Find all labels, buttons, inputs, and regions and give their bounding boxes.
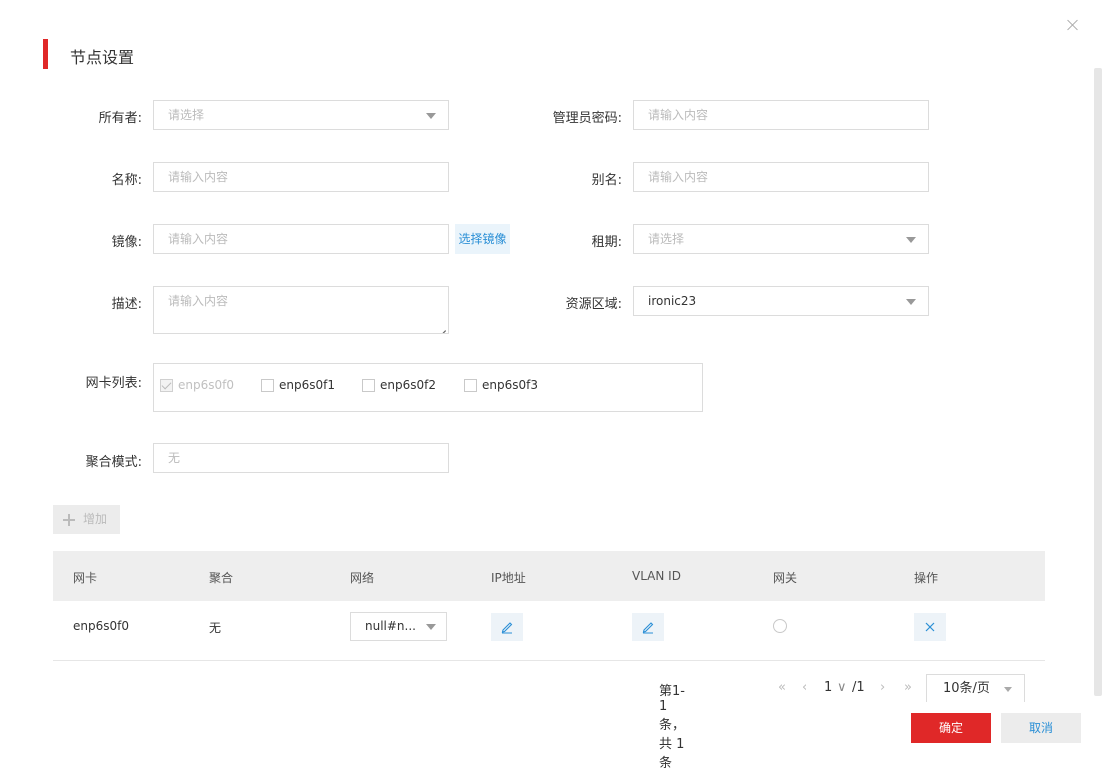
- column-header-gateway: 网关: [773, 571, 798, 585]
- network-select[interactable]: null#n...: [350, 612, 447, 641]
- current-page[interactable]: 1: [824, 680, 832, 695]
- prev-page-icon[interactable]: ‹: [802, 680, 807, 695]
- image-label: 镜像:: [111, 235, 142, 250]
- pagination-summary: 第1-1条，共 1 条: [659, 684, 686, 771]
- column-header-actions: 操作: [914, 571, 939, 585]
- title-accent-bar: [43, 39, 48, 69]
- edit-icon: [642, 622, 654, 634]
- cell-bond: 无: [209, 621, 222, 635]
- edit-ip-button[interactable]: [491, 613, 523, 641]
- lease-placeholder: 请选择: [648, 232, 685, 246]
- edit-vlan-button[interactable]: [632, 613, 664, 641]
- gateway-radio[interactable]: [773, 619, 787, 633]
- resource-zone-label: 资源区域:: [565, 297, 622, 312]
- admin-password-input[interactable]: 请输入内容: [633, 100, 929, 130]
- alias-label: 别名:: [591, 173, 622, 188]
- resource-zone-select[interactable]: ironic23: [633, 286, 929, 316]
- resize-handle-icon[interactable]: [439, 324, 446, 331]
- column-header-bond: 聚合: [209, 571, 234, 585]
- chevron-down-icon: [426, 624, 436, 630]
- lease-label: 租期:: [591, 235, 622, 250]
- close-icon: [925, 622, 935, 632]
- alias-input[interactable]: 请输入内容: [633, 162, 929, 192]
- nic-table: 网卡 聚合 网络 IP地址 VLAN ID 网关 操作 enp6s0f0 无 n…: [53, 551, 1045, 661]
- bond-mode-label: 聚合模式:: [85, 455, 142, 470]
- owner-select[interactable]: 请选择: [153, 100, 449, 130]
- table-header: 网卡 聚合 网络 IP地址 VLAN ID 网关 操作: [53, 551, 1045, 601]
- page-size-value: 10条/页: [943, 681, 990, 696]
- nic-checkbox-enp6s0f2[interactable]: enp6s0f2: [362, 378, 436, 392]
- column-header-network: 网络: [350, 571, 375, 585]
- checkbox-icon[interactable]: [464, 378, 477, 392]
- page-size-select[interactable]: 10条/页: [926, 674, 1025, 702]
- close-icon[interactable]: [1066, 18, 1080, 32]
- page-chevron-down-icon[interactable]: ∨: [837, 680, 847, 695]
- network-value: null#n...: [365, 619, 416, 633]
- total-pages: /1: [852, 680, 865, 695]
- first-page-icon[interactable]: «: [778, 680, 786, 695]
- next-page-icon[interactable]: ›: [880, 680, 885, 695]
- nic-name: enp6s0f2: [380, 378, 436, 392]
- nic-list-label: 网卡列表:: [85, 376, 142, 391]
- node-settings-dialog: 节点设置 所有者: 请选择 管理员密码: 请输入内容 名称: 请输入内容 别名:…: [0, 0, 1102, 771]
- description-textarea[interactable]: 请输入内容: [153, 286, 449, 334]
- admin-password-label: 管理员密码:: [552, 111, 622, 126]
- last-page-icon[interactable]: »: [904, 680, 912, 695]
- chevron-down-icon: [426, 113, 436, 119]
- column-header-ip: IP地址: [491, 571, 526, 585]
- lease-select[interactable]: 请选择: [633, 224, 929, 254]
- cell-nic: enp6s0f0: [73, 619, 129, 633]
- scrollbar[interactable]: [1094, 68, 1102, 696]
- nic-name: enp6s0f0: [178, 378, 234, 392]
- nic-checkbox-enp6s0f0: enp6s0f0: [160, 378, 234, 392]
- name-input[interactable]: 请输入内容: [153, 162, 449, 192]
- resource-zone-value: ironic23: [648, 294, 697, 308]
- nic-checkbox-enp6s0f1[interactable]: enp6s0f1: [261, 378, 335, 392]
- bond-mode-input: 无: [153, 443, 449, 473]
- owner-placeholder: 请选择: [168, 108, 205, 122]
- confirm-button[interactable]: 确定: [911, 713, 991, 743]
- add-button[interactable]: 增加: [53, 505, 120, 534]
- nic-checkbox-enp6s0f3[interactable]: enp6s0f3: [464, 378, 538, 392]
- name-label: 名称:: [111, 173, 142, 188]
- image-input[interactable]: 请输入内容: [153, 224, 449, 254]
- checkbox-checked-icon: [160, 378, 173, 392]
- nic-name: enp6s0f3: [482, 378, 538, 392]
- delete-row-button[interactable]: [914, 613, 946, 641]
- chevron-down-icon: [906, 299, 916, 305]
- table-row: enp6s0f0 无 null#n...: [53, 601, 1045, 661]
- dialog-title: 节点设置: [70, 48, 135, 67]
- nic-list-box: enp6s0f0 enp6s0f1 enp6s0f2 enp6s0f3: [153, 363, 703, 412]
- owner-label: 所有者:: [98, 111, 142, 126]
- plus-icon: [63, 513, 75, 526]
- description-label: 描述:: [111, 297, 142, 312]
- column-header-vlan: VLAN ID: [632, 569, 681, 583]
- chevron-down-icon: [1004, 687, 1012, 692]
- description-placeholder: 请输入内容: [168, 294, 229, 308]
- chevron-down-icon: [906, 237, 916, 243]
- checkbox-icon[interactable]: [261, 378, 274, 392]
- edit-icon: [501, 622, 513, 634]
- column-header-nic: 网卡: [73, 571, 98, 585]
- add-button-label: 增加: [83, 512, 108, 526]
- nic-name: enp6s0f1: [279, 378, 335, 392]
- checkbox-icon[interactable]: [362, 378, 375, 392]
- cancel-button[interactable]: 取消: [1001, 713, 1081, 743]
